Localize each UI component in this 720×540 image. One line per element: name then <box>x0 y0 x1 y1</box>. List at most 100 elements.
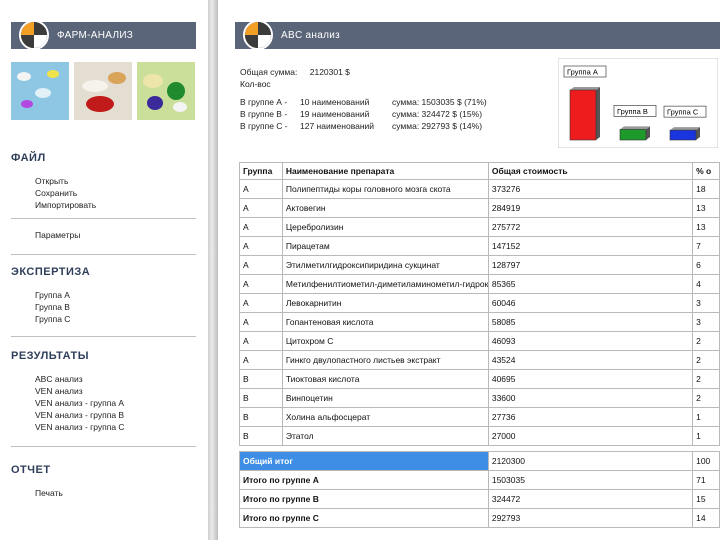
total-row[interactable]: Общий итог 2120300 100 <box>239 451 720 471</box>
total-row[interactable]: Итого по группе С 292793 14 <box>239 508 720 528</box>
cell-cost: 27000 <box>487 426 694 446</box>
main-header: ABC анализ <box>235 22 720 49</box>
menu-open[interactable]: Открыть <box>35 176 68 186</box>
col-header-name[interactable]: Наименование препарата <box>281 162 489 180</box>
cell-drug-name: Церебролизин <box>281 217 489 237</box>
group-sum: сумма: 324472 $ (15%) <box>392 109 483 119</box>
cell-cost: 27736 <box>487 407 694 427</box>
col-header-group[interactable]: Группа <box>239 162 283 180</box>
menu-print[interactable]: Печать <box>35 488 63 498</box>
menu-save[interactable]: Сохранить <box>35 188 77 198</box>
cell-group: А <box>239 293 283 313</box>
divider <box>11 218 196 219</box>
total-value: 1503035 <box>487 470 694 490</box>
table-row[interactable]: В Тиоктовая кислота 40695 2 <box>239 369 720 389</box>
bar-label: Группа А <box>567 68 598 77</box>
cell-cost: 33600 <box>487 388 694 408</box>
table-row[interactable]: А Метилфенилтиометил-диметиламинометил-ги… <box>239 274 720 294</box>
drug-table: Группа Наименование препарата Общая стои… <box>239 162 720 528</box>
cell-drug-name: Метилфенилтиометил-диметиламинометил-гид… <box>281 274 489 294</box>
cell-drug-name: Цитохром С <box>281 331 489 351</box>
section-title-file: ФАЙЛ <box>11 152 46 164</box>
cell-cost: 40695 <box>487 369 694 389</box>
col-header-pct[interactable]: % о <box>692 162 720 180</box>
cell-pct: 2 <box>692 388 720 408</box>
cell-drug-name: Тиоктовая кислота <box>281 369 489 389</box>
menu-group-a[interactable]: Группа А <box>35 290 70 300</box>
menu-parameters[interactable]: Параметры <box>35 230 80 240</box>
cell-cost: 43524 <box>487 350 694 370</box>
cell-group: В <box>239 388 283 408</box>
bar <box>569 89 597 141</box>
total-label: Итого по группе А <box>239 470 489 490</box>
cell-group: А <box>239 312 283 332</box>
group-count: 10 наименований <box>300 97 370 107</box>
cell-pct: 13 <box>692 198 720 218</box>
summary-line-c: В группе С - 127 наименований сумма: 29279… <box>240 121 482 131</box>
bar-label: Группа С <box>667 108 699 117</box>
summary-total: Общая сумма: 2120301 $ <box>240 67 350 77</box>
pills-photo-1 <box>11 62 69 120</box>
divider <box>11 336 196 337</box>
abc-bar-chart: Группа А Группа В Группа С <box>558 58 718 148</box>
cell-group: А <box>239 255 283 275</box>
table-row[interactable]: А Левокарнитин 60046 3 <box>239 293 720 313</box>
menu-import[interactable]: Импортировать <box>35 200 96 210</box>
menu-ven-group-c[interactable]: VEN анализ - группа С <box>35 422 125 432</box>
cell-pct: 13 <box>692 217 720 237</box>
group-label: В группе В - <box>240 109 288 119</box>
total-row[interactable]: Итого по группе А 1503035 71 <box>239 470 720 490</box>
table-row[interactable]: В Этатол 27000 1 <box>239 426 720 446</box>
section-title-report: ОТЧЕТ <box>11 464 51 476</box>
section-title-results: РЕЗУЛЬТАТЫ <box>11 350 89 362</box>
cell-drug-name: Этилметилгидроксипиридина сукцинат <box>281 255 489 275</box>
cell-drug-name: Винпоцетин <box>281 388 489 408</box>
cell-pct: 4 <box>692 274 720 294</box>
cell-drug-name: Гинкго двулопастного листьев экстракт <box>281 350 489 370</box>
summary-line-b: В группе В - 19 наименований сумма: 324472… <box>240 109 482 119</box>
table-row[interactable]: А Гопантеновая кислота 58085 3 <box>239 312 720 332</box>
total-label: Общий итог <box>239 451 489 471</box>
cell-drug-name: Актовегин <box>281 198 489 218</box>
total-row[interactable]: Итого по группе В 324472 15 <box>239 489 720 509</box>
table-row[interactable]: А Цитохром С 46093 2 <box>239 331 720 351</box>
cell-drug-name: Полипептиды коры головного мозга скота <box>281 179 489 199</box>
cell-group: А <box>239 198 283 218</box>
group-sum: сумма: 1503035 $ (71%) <box>392 97 487 107</box>
table-row[interactable]: А Актовегин 284919 13 <box>239 198 720 218</box>
menu-group-c[interactable]: Группа С <box>35 314 70 324</box>
total-value: 2120300 <box>487 451 694 471</box>
table-row[interactable]: В Винпоцетин 33600 2 <box>239 388 720 408</box>
table-row[interactable]: А Пирацетам 147152 7 <box>239 236 720 256</box>
cell-drug-name: Гопантеновая кислота <box>281 312 489 332</box>
menu-group-b[interactable]: Группа В <box>35 302 70 312</box>
table-row[interactable]: А Гинкго двулопастного листьев экстракт 43… <box>239 350 720 370</box>
col-header-cost[interactable]: Общая стоимость <box>487 162 694 180</box>
app-title: ФАРМ-АНАЛИЗ <box>57 30 134 41</box>
splitter[interactable] <box>208 0 218 540</box>
group-label: В группе А - <box>240 97 288 107</box>
page-title: ABC анализ <box>281 30 340 41</box>
cell-group: А <box>239 217 283 237</box>
group-count: 19 наименований <box>300 109 370 119</box>
table-row[interactable]: В Холина альфосцерат 27736 1 <box>239 407 720 427</box>
menu-ven-group-a[interactable]: VEN анализ - группа А <box>35 398 124 408</box>
cell-pct: 7 <box>692 236 720 256</box>
menu-abc-analysis[interactable]: ABC анализ <box>35 374 83 384</box>
group-count: 127 наименований <box>300 121 375 131</box>
table-row[interactable]: А Этилметилгидроксипиридина сукцинат 12879… <box>239 255 720 275</box>
cell-cost: 275772 <box>487 217 694 237</box>
table-row[interactable]: А Церебролизин 275772 13 <box>239 217 720 237</box>
cell-group: А <box>239 350 283 370</box>
abc-logo-icon <box>243 20 273 50</box>
cell-drug-name: Пирацетам <box>281 236 489 256</box>
total-label: Итого по группе С <box>239 508 489 528</box>
total-pct: 71 <box>692 470 720 490</box>
bar-top <box>570 87 600 90</box>
menu-ven-analysis[interactable]: VEN анализ <box>35 386 83 396</box>
cell-group: В <box>239 426 283 446</box>
cell-drug-name: Холина альфосцерат <box>281 407 489 427</box>
menu-ven-group-b[interactable]: VEN анализ - группа В <box>35 410 124 420</box>
table-row[interactable]: А Полипептиды коры головного мозга скота 3… <box>239 179 720 199</box>
cell-drug-name: Этатол <box>281 426 489 446</box>
